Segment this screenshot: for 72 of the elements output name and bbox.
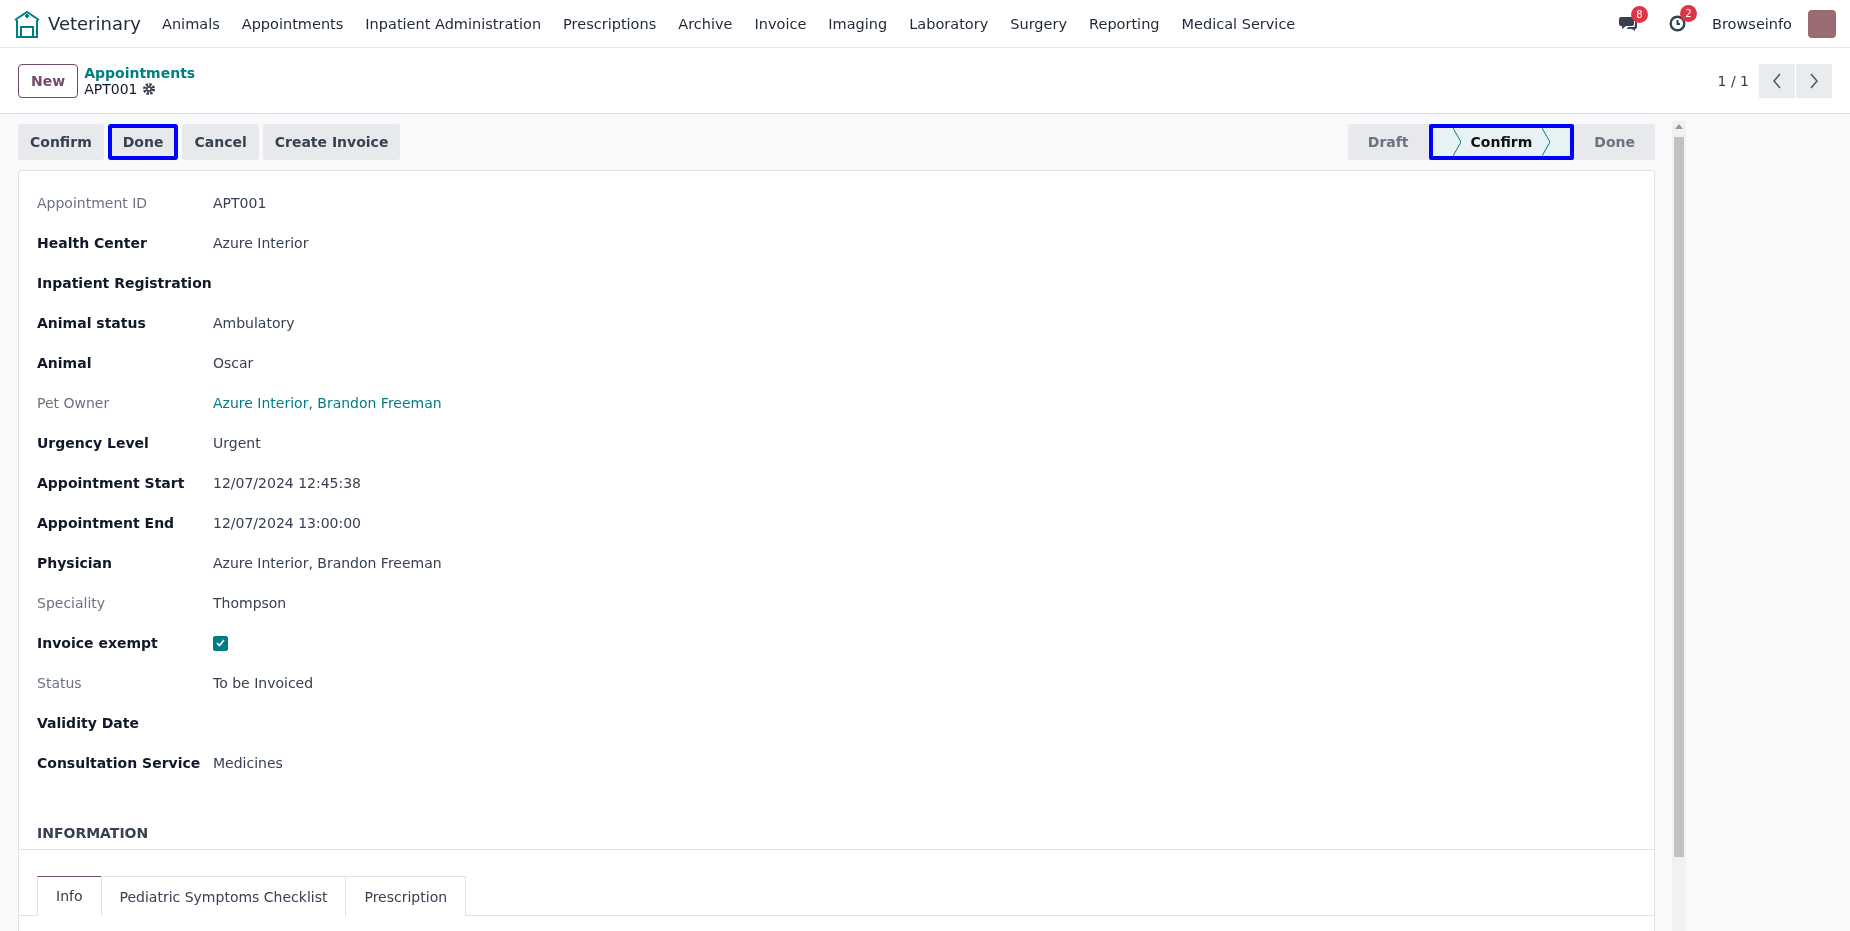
record-name: APT001: [84, 80, 138, 97]
user-avatar[interactable]: [1808, 9, 1836, 38]
new-button[interactable]: New: [18, 63, 79, 98]
action-button[interactable]: Cancel: [182, 124, 259, 160]
chevron-right-icon: [1809, 72, 1819, 89]
field-value: Medicines: [213, 754, 284, 773]
breadcrumb-link[interactable]: Appointments: [84, 64, 196, 81]
field-value: To be Invoiced: [213, 674, 315, 693]
field-label: Status: [37, 674, 83, 693]
scrollbar[interactable]: [1672, 121, 1686, 931]
field-label: Animal status: [37, 314, 147, 333]
checkmark-icon: [216, 639, 225, 647]
notification-badge: 8: [1631, 5, 1648, 23]
field-label: Physician: [37, 554, 113, 573]
menu-item[interactable]: Inpatient Administration: [354, 15, 553, 32]
pager-counter: 1 / 1: [1717, 72, 1749, 89]
field-value: 12/07/2024 13:00:00: [213, 514, 363, 533]
field-label: Invoice exempt: [37, 634, 159, 653]
notification-badge: 2: [1680, 5, 1697, 22]
next-button[interactable]: [1796, 63, 1832, 98]
action-button[interactable]: Create Invoice: [262, 124, 401, 160]
status-stage[interactable]: Draft: [1347, 124, 1429, 160]
menu-item[interactable]: Medical Service: [1170, 15, 1307, 32]
field-label: Appointment Start: [37, 474, 186, 493]
field-label: Urgency Level: [37, 434, 150, 453]
field-value: Azure Interior, Brandon Freeman: [213, 554, 443, 573]
field-value: 12/07/2024 12:45:38: [213, 474, 363, 493]
field-label: Health Center: [37, 234, 148, 253]
status-stage[interactable]: Confirm: [1428, 124, 1575, 160]
tab[interactable]: Prescription: [345, 876, 467, 916]
menu-item[interactable]: Invoice: [743, 15, 818, 32]
action-button[interactable]: Confirm: [18, 124, 104, 160]
field-label: Appointment End: [37, 514, 176, 533]
field-link[interactable]: Azure Interior, Brandon Freeman: [213, 383, 1636, 423]
action-button[interactable]: Done: [107, 124, 179, 160]
field-value: Oscar: [213, 354, 255, 373]
clock-icon[interactable]: [1669, 15, 1686, 32]
field-label: Consultation Service: [37, 754, 202, 773]
field-label: Inpatient Registration: [37, 274, 213, 293]
section-title: INFORMATION: [19, 783, 1654, 850]
chevron-icon: [1452, 128, 1461, 156]
menu-item[interactable]: Reporting: [1078, 15, 1171, 32]
status-stage[interactable]: Done: [1574, 124, 1655, 160]
veterinary-building-icon[interactable]: [14, 9, 40, 38]
menu-item[interactable]: Laboratory: [898, 15, 1000, 32]
gear-icon[interactable]: [142, 81, 157, 96]
field-value: Ambulatory: [213, 314, 296, 333]
menu-item[interactable]: Archive: [667, 15, 744, 32]
menu-item[interactable]: Prescriptions: [552, 15, 668, 32]
field-value: Urgent: [213, 434, 262, 453]
app-name[interactable]: Veterinary: [48, 13, 141, 34]
scroll-up-arrow-icon[interactable]: [1675, 124, 1683, 129]
tab[interactable]: Info: [37, 876, 102, 916]
field-value: Thompson: [213, 594, 288, 613]
menu-item[interactable]: Imaging: [817, 15, 899, 32]
chevron-icon: [1542, 128, 1551, 156]
menu-item[interactable]: Animals: [151, 15, 231, 32]
field-label: Animal: [37, 354, 93, 373]
field-label: Appointment ID: [37, 194, 149, 213]
chat-icon[interactable]: [1619, 15, 1637, 32]
checkbox[interactable]: [213, 635, 228, 651]
field-label: Validity Date: [37, 714, 140, 733]
field-label: Pet Owner: [37, 394, 111, 413]
menu-item[interactable]: Surgery: [999, 15, 1079, 32]
menu-item[interactable]: Appointments: [230, 15, 355, 32]
field-value: Azure Interior: [213, 234, 310, 253]
chevron-left-icon: [1772, 72, 1782, 89]
company-name[interactable]: Browseinfo: [1712, 15, 1792, 32]
field-label: Speciality: [37, 594, 107, 613]
field-value: APT001: [213, 194, 268, 213]
tab[interactable]: Pediatric Symptoms Checklist: [100, 876, 347, 916]
previous-button[interactable]: [1759, 63, 1795, 98]
